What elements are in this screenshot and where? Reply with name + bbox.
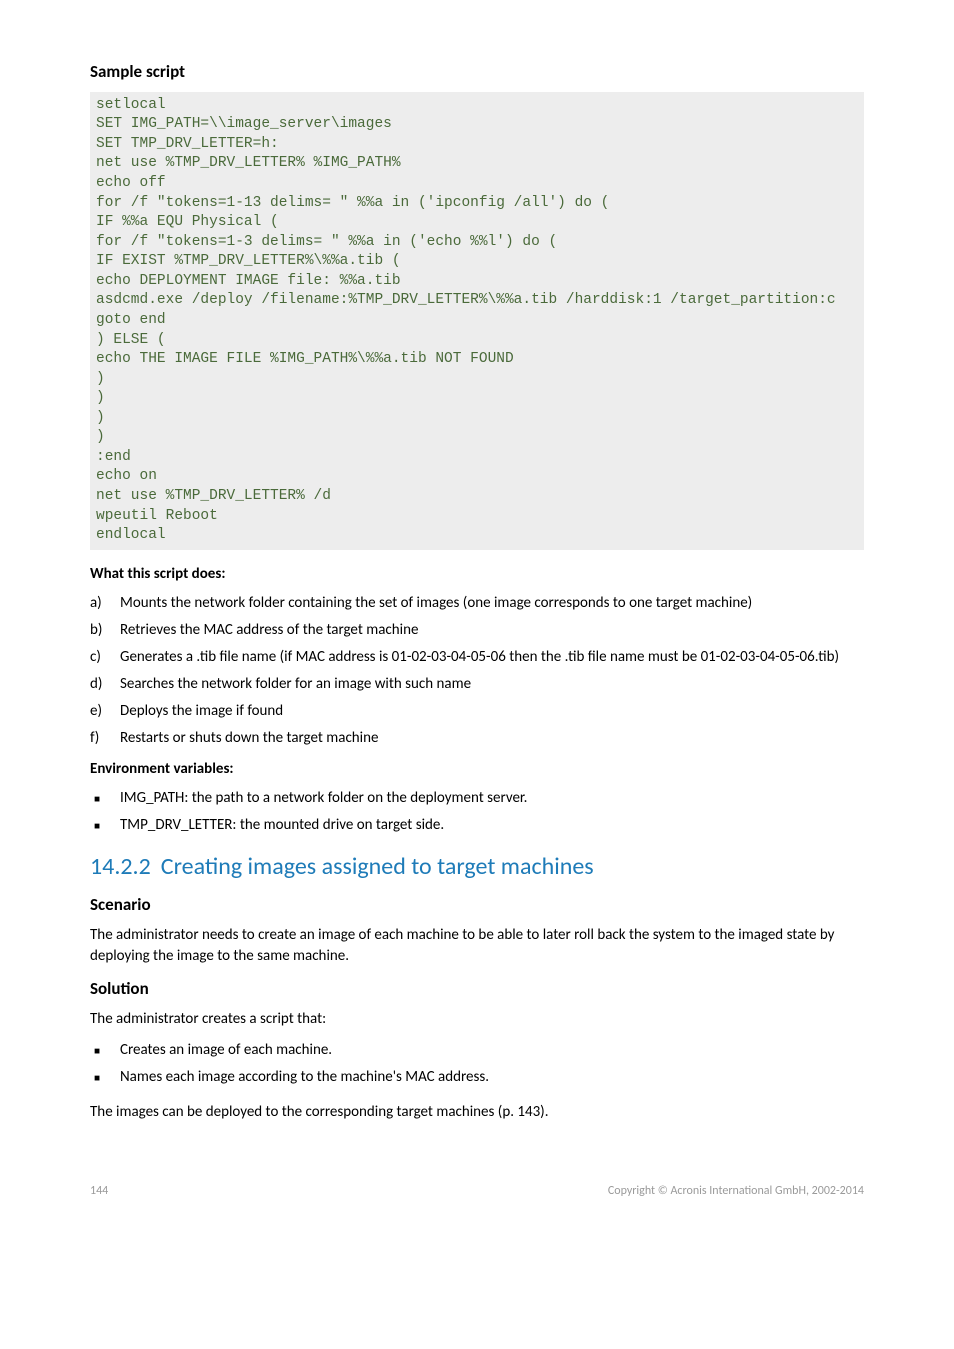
code-line: ) <box>96 389 858 409</box>
code-line: for /f "tokens=1-3 delims= " %%a in ('ec… <box>96 233 858 253</box>
what-this-script-does-heading: What this script does: <box>90 564 864 585</box>
list-text: Restarts or shuts down the target machin… <box>120 729 378 747</box>
scenario-heading: Scenario <box>90 893 864 917</box>
solution-intro: The administrator creates a script that: <box>90 1009 864 1030</box>
list-text: Retrieves the MAC address of the target … <box>120 621 418 639</box>
list-item: a) Mounts the network folder containing t… <box>90 593 864 614</box>
code-line: echo off <box>96 174 858 194</box>
page-footer: 144 Copyright © Acronis International Gm… <box>90 1183 864 1200</box>
list-marker: b) <box>90 620 114 641</box>
code-line: echo THE IMAGE FILE %IMG_PATH%\%%a.tib N… <box>96 350 858 370</box>
list-text: Searches the network folder for an image… <box>120 675 471 693</box>
env-vars-list: IMG_PATH: the path to a network folder o… <box>90 788 864 836</box>
code-line: :end <box>96 448 858 468</box>
code-line: asdcmd.exe /deploy /filename:%TMP_DRV_LE… <box>96 291 858 311</box>
code-line: echo on <box>96 467 858 487</box>
list-item: f) Restarts or shuts down the target mach… <box>90 728 864 749</box>
list-marker: f) <box>90 728 114 749</box>
code-line: ) <box>96 428 858 448</box>
list-marker: a) <box>90 593 114 614</box>
code-line: SET TMP_DRV_LETTER=h: <box>96 135 858 155</box>
list-text: Deploys the image if found <box>120 702 283 720</box>
scenario-body: The administrator needs to create an ima… <box>90 925 864 967</box>
list-item: Names each image according to the machin… <box>90 1067 864 1088</box>
list-text: Generates a .tib file name (if MAC addre… <box>120 648 839 666</box>
environment-variables-heading: Environment variables: <box>90 759 864 780</box>
list-item: e) Deploys the image if found <box>90 701 864 722</box>
section-number: 14.2.2 <box>90 852 151 881</box>
sample-script-heading: Sample script <box>90 60 864 84</box>
list-item: d) Searches the network folder for an ima… <box>90 674 864 695</box>
list-marker: c) <box>90 647 114 668</box>
list-item: IMG_PATH: the path to a network folder o… <box>90 788 864 809</box>
code-line: for /f "tokens=1-13 delims= " %%a in ('i… <box>96 194 858 214</box>
code-line: net use %TMP_DRV_LETTER% /d <box>96 487 858 507</box>
list-item: c) Generates a .tib file name (if MAC add… <box>90 647 864 668</box>
code-line: setlocal <box>96 96 858 116</box>
list-item: Creates an image of each machine. <box>90 1040 864 1061</box>
code-line: SET IMG_PATH=\\image_server\images <box>96 115 858 135</box>
section-heading: 14.2.2 Creating images assigned to target… <box>90 850 864 884</box>
code-line: IF EXIST %TMP_DRV_LETTER%\%%a.tib ( <box>96 252 858 272</box>
code-line: wpeutil Reboot <box>96 507 858 527</box>
code-line: IF %%a EQU Physical ( <box>96 213 858 233</box>
code-line: ) <box>96 370 858 390</box>
code-line: net use %TMP_DRV_LETTER% %IMG_PATH% <box>96 154 858 174</box>
solution-list: Creates an image of each machine. Names e… <box>90 1040 864 1088</box>
code-line: endlocal <box>96 526 858 546</box>
list-item: b) Retrieves the MAC address of the targe… <box>90 620 864 641</box>
list-marker: d) <box>90 674 114 695</box>
closing-paragraph: The images can be deployed to the corres… <box>90 1102 864 1123</box>
section-title: Creating images assigned to target machi… <box>161 852 594 881</box>
copyright: Copyright © Acronis International GmbH, … <box>608 1183 864 1200</box>
code-line: ) <box>96 409 858 429</box>
code-line: ) ELSE ( <box>96 331 858 351</box>
list-marker: e) <box>90 701 114 722</box>
page-number: 144 <box>90 1183 108 1200</box>
code-line: goto end <box>96 311 858 331</box>
list-item: TMP_DRV_LETTER: the mounted drive on tar… <box>90 815 864 836</box>
solution-heading: Solution <box>90 977 864 1001</box>
code-line: echo DEPLOYMENT IMAGE file: %%a.tib <box>96 272 858 292</box>
list-text: Mounts the network folder containing the… <box>120 594 752 612</box>
code-block: setlocalSET IMG_PATH=\\image_server\imag… <box>90 92 864 550</box>
lettered-list: a) Mounts the network folder containing t… <box>90 593 864 749</box>
